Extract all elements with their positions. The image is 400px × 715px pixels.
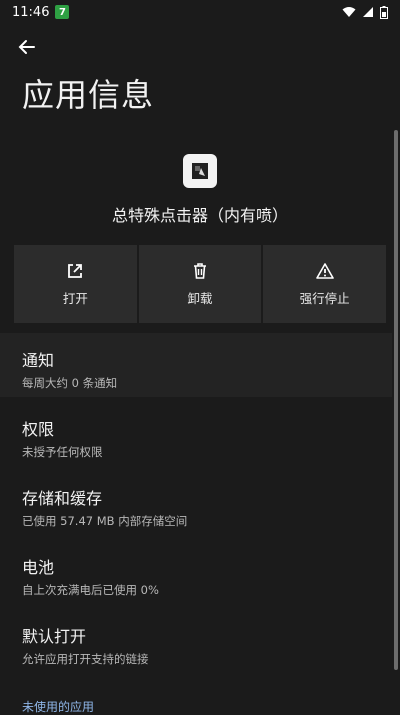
- scrollbar[interactable]: [394, 130, 398, 670]
- section-title: 权限: [22, 420, 55, 439]
- section-subtitle: 自上次充满电后已使用 0%: [22, 583, 159, 597]
- app-name: 总特殊点击器（内有喷）: [111, 206, 288, 225]
- open-label: 打开: [62, 290, 88, 306]
- battery-icon: [380, 5, 388, 19]
- app-logo-icon: [192, 163, 208, 179]
- status-time: 11:46: [12, 4, 50, 20]
- back-button[interactable]: [14, 34, 40, 60]
- uninstall-button[interactable]: 卸载: [138, 245, 262, 323]
- section-title: 通知: [22, 351, 55, 370]
- unused-apps-header: 未使用的应用: [22, 700, 95, 714]
- page-title: 应用信息: [22, 76, 155, 114]
- permissions-item[interactable]: 权限 未授予任何权限: [0, 402, 392, 466]
- section-subtitle: 未授予任何权限: [22, 445, 103, 459]
- force-stop-button[interactable]: 强行停止: [263, 245, 387, 323]
- status-icons: [342, 5, 388, 19]
- battery-item[interactable]: 电池 自上次充满电后已使用 0%: [0, 540, 392, 604]
- wifi-icon: [342, 7, 356, 17]
- storage-cache-item[interactable]: 存储和缓存 已使用 57.47 MB 内部存储空间: [0, 471, 392, 535]
- section-subtitle: 允许应用打开支持的链接: [22, 652, 149, 666]
- section-subtitle: 已使用 57.47 MB 内部存储空间: [22, 514, 188, 528]
- section-title: 电池: [22, 558, 55, 577]
- section-subtitle: 每周大约 0 条通知: [22, 376, 118, 390]
- uninstall-label: 卸载: [187, 290, 213, 306]
- open-by-default-item[interactable]: 默认打开 允许应用打开支持的链接: [0, 609, 392, 673]
- signal-icon: [363, 7, 373, 17]
- status-left: 11:46 7: [12, 4, 70, 20]
- section-title: 默认打开: [22, 627, 87, 646]
- arrow-left-icon: [18, 40, 35, 54]
- action-buttons: 打开 卸载 强行停止: [14, 245, 387, 323]
- open-external-icon: [68, 263, 83, 278]
- notification-badge: 7: [55, 5, 70, 19]
- notifications-item[interactable]: 通知 每周大约 0 条通知: [0, 333, 392, 397]
- open-button[interactable]: 打开: [14, 245, 137, 323]
- warning-icon: [315, 262, 334, 279]
- trash-icon: [194, 262, 206, 279]
- app-icon: [183, 154, 217, 188]
- status-bar: 11:46 7: [0, 0, 400, 24]
- force-stop-label: 强行停止: [299, 290, 350, 306]
- section-title: 存储和缓存: [22, 489, 103, 508]
